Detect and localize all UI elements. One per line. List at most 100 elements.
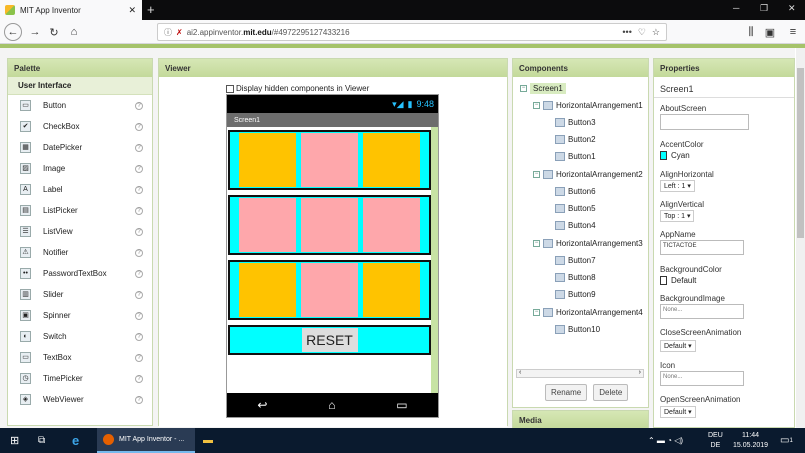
- browser-tab[interactable]: MIT App Inventor ✕: [0, 0, 142, 20]
- palette-item-webviewer[interactable]: ◈ WebViewer?: [8, 389, 152, 410]
- palette-section-user-interface[interactable]: User Interface: [8, 77, 152, 95]
- tree-node-button10[interactable]: Button10: [555, 325, 600, 334]
- horizontal-arrangement-2[interactable]: [228, 195, 431, 255]
- help-icon[interactable]: ?: [135, 395, 143, 404]
- button-1[interactable]: [363, 133, 420, 187]
- help-icon[interactable]: ?: [135, 164, 143, 173]
- palette-item-listview[interactable]: ☰ ListView?: [8, 221, 152, 242]
- help-icon[interactable]: ?: [135, 332, 143, 341]
- back-arrow-icon[interactable]: ←: [4, 23, 22, 41]
- hamburger-menu-icon[interactable]: ≡: [785, 24, 801, 40]
- palette-item-notifier[interactable]: ⚠ Notifier?: [8, 242, 152, 263]
- tree-node-button8[interactable]: Button8: [555, 273, 596, 282]
- tree-node-button9[interactable]: Button9: [555, 290, 596, 299]
- help-icon[interactable]: ?: [135, 269, 143, 278]
- button-5[interactable]: [301, 198, 358, 252]
- palette-item-passwordtextbox[interactable]: •• PasswordTextBox?: [8, 263, 152, 284]
- collapse-icon[interactable]: −: [520, 85, 527, 92]
- tree-node-button6[interactable]: Button6: [555, 187, 596, 196]
- palette-item-datepicker[interactable]: ▦ DatePicker?: [8, 137, 152, 158]
- library-icon[interactable]: ⫼: [743, 24, 759, 40]
- reset-button[interactable]: RESET: [301, 328, 358, 352]
- button-8[interactable]: [301, 263, 358, 317]
- tree-node-button3[interactable]: Button3: [555, 118, 596, 127]
- help-icon[interactable]: ?: [135, 143, 143, 152]
- palette-item-textbox[interactable]: ▭ TextBox?: [8, 347, 152, 368]
- background-image-field[interactable]: None...: [660, 304, 744, 319]
- file-explorer-icon[interactable]: ▬: [203, 428, 213, 453]
- sidebar-icon[interactable]: ▣: [762, 24, 778, 40]
- palette-item-checkbox[interactable]: ✔ CheckBox?: [8, 116, 152, 137]
- help-icon[interactable]: ?: [135, 185, 143, 194]
- pocket-icon[interactable]: ♡: [638, 27, 646, 38]
- minimize-icon[interactable]: ─: [733, 3, 739, 13]
- delete-button[interactable]: Delete: [593, 384, 629, 401]
- tree-node-arrangement-1[interactable]: − HorizontalArrangement1: [533, 101, 643, 110]
- notification-center-icon[interactable]: ▭ 1: [780, 428, 793, 453]
- tree-node-button7[interactable]: Button7: [555, 256, 596, 265]
- tree-node-button5[interactable]: Button5: [555, 204, 596, 213]
- icon-field[interactable]: None...: [660, 371, 744, 386]
- close-screen-animation-select[interactable]: Default ▾: [660, 340, 696, 352]
- tree-horizontal-scrollbar[interactable]: ‹ ›: [516, 369, 644, 378]
- taskbar-firefox-app[interactable]: MIT App Inventor - ...: [97, 428, 195, 453]
- help-icon[interactable]: ?: [135, 122, 143, 131]
- windows-start-icon[interactable]: ⊞: [10, 428, 19, 453]
- horizontal-arrangement-4[interactable]: RESET: [228, 325, 431, 355]
- horizontal-arrangement-3[interactable]: [228, 260, 431, 320]
- align-horizontal-select[interactable]: Left : 1 ▾: [660, 180, 695, 192]
- align-vertical-select[interactable]: Top : 1 ▾: [660, 210, 695, 222]
- background-color-picker[interactable]: Default: [660, 276, 696, 285]
- restore-icon[interactable]: ❐: [760, 3, 768, 14]
- about-screen-field[interactable]: [660, 114, 749, 130]
- new-tab-icon[interactable]: +: [147, 2, 155, 17]
- page-scrollbar-thumb[interactable]: [797, 68, 804, 238]
- button-6[interactable]: [239, 198, 296, 252]
- home-icon[interactable]: ⌂: [66, 24, 82, 40]
- clock[interactable]: 11:44 15.05.2019: [733, 428, 768, 453]
- palette-item-switch[interactable]: ◐ Switch?: [8, 326, 152, 347]
- tree-node-screen1[interactable]: − Screen1: [520, 83, 566, 94]
- bookmark-star-icon[interactable]: ☆: [652, 27, 660, 38]
- tree-node-button2[interactable]: Button2: [555, 135, 596, 144]
- close-tab-icon[interactable]: ✕: [128, 5, 136, 16]
- tree-node-button4[interactable]: Button4: [555, 221, 596, 230]
- page-actions-icon[interactable]: •••: [622, 27, 631, 38]
- checkbox-box[interactable]: [226, 84, 234, 93]
- display-hidden-checkbox[interactable]: Display hidden components in Viewer: [226, 84, 369, 93]
- tray-icons[interactable]: ⌃ ▬ ◔ ◁): [648, 428, 683, 453]
- button-9[interactable]: [363, 263, 420, 317]
- help-icon[interactable]: ?: [135, 374, 143, 383]
- collapse-icon[interactable]: −: [533, 240, 540, 247]
- rename-button[interactable]: Rename: [545, 384, 588, 401]
- tree-node-button1[interactable]: Button1: [555, 152, 596, 161]
- button-3[interactable]: [239, 133, 296, 187]
- palette-item-slider[interactable]: ▥ Slider?: [8, 284, 152, 305]
- language-indicator[interactable]: DEU DE: [708, 428, 723, 453]
- horizontal-arrangement-1[interactable]: [228, 130, 431, 190]
- close-window-icon[interactable]: ✕: [788, 3, 796, 14]
- help-icon[interactable]: ?: [135, 311, 143, 320]
- info-icon[interactable]: ⓘ: [164, 27, 172, 38]
- help-icon[interactable]: ?: [135, 101, 143, 110]
- button-2[interactable]: [301, 133, 358, 187]
- help-icon[interactable]: ?: [135, 290, 143, 299]
- help-icon[interactable]: ?: [135, 248, 143, 257]
- forward-arrow-icon[interactable]: →: [27, 24, 43, 40]
- help-icon[interactable]: ?: [135, 227, 143, 236]
- edge-browser-icon[interactable]: e: [72, 428, 79, 453]
- accent-color-picker[interactable]: Cyan: [660, 151, 690, 160]
- tree-node-arrangement-2[interactable]: − HorizontalArrangement2: [533, 170, 643, 179]
- palette-item-label[interactable]: A Label?: [8, 179, 152, 200]
- collapse-icon[interactable]: −: [533, 102, 540, 109]
- palette-item-image[interactable]: ▨ Image?: [8, 158, 152, 179]
- button-7[interactable]: [239, 263, 296, 317]
- help-icon[interactable]: ?: [135, 206, 143, 215]
- palette-item-timepicker[interactable]: ◷ TimePicker?: [8, 368, 152, 389]
- palette-item-button[interactable]: ▭ Button?: [8, 95, 152, 116]
- reload-icon[interactable]: ↻: [46, 24, 62, 40]
- scroll-right-icon[interactable]: ›: [639, 369, 641, 376]
- task-view-icon[interactable]: ⧉: [38, 428, 45, 453]
- palette-item-spinner[interactable]: ▣ Spinner?: [8, 305, 152, 326]
- collapse-icon[interactable]: −: [533, 171, 540, 178]
